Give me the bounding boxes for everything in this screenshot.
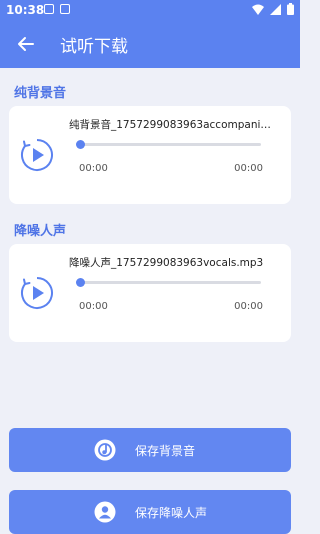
section-title-vocals: 降噪人声 xyxy=(14,224,67,239)
music-disc-icon xyxy=(94,439,116,461)
total-time: 00:00 xyxy=(234,301,263,312)
signal-icon xyxy=(270,3,281,15)
save-vocals-label: 保存降噪人声 xyxy=(135,506,208,520)
save-background-label: 保存背景音 xyxy=(135,444,196,458)
save-background-button[interactable]: 保存背景音 xyxy=(9,428,291,472)
page-title: 试听下载 xyxy=(60,37,128,57)
app-bar: 试听下载 xyxy=(0,20,300,68)
status-notification-icons xyxy=(44,4,70,14)
current-time: 00:00 xyxy=(79,301,108,312)
slider-thumb[interactable] xyxy=(76,278,85,287)
total-time: 00:00 xyxy=(234,163,263,174)
audio-card-vocals: 降噪人声_1757299083963vocals.mp3 00:00 00:00 xyxy=(9,244,291,342)
person-icon xyxy=(94,501,116,523)
status-time: 10:38 xyxy=(6,3,45,17)
progress-slider[interactable] xyxy=(76,140,261,149)
save-vocals-button[interactable]: 保存降噪人声 xyxy=(9,490,291,534)
progress-slider[interactable] xyxy=(76,278,261,287)
wifi-icon xyxy=(252,4,264,15)
audio-card-background: 纯背景音_1757299083963accompaniment.mp3 00:0… xyxy=(9,106,291,204)
back-arrow-icon[interactable] xyxy=(12,30,40,58)
status-bar: 10:38 xyxy=(0,0,300,20)
status-indicators xyxy=(252,3,294,15)
current-time: 00:00 xyxy=(79,163,108,174)
play-icon[interactable] xyxy=(20,276,54,310)
app-notification-icon xyxy=(60,4,70,14)
battery-icon xyxy=(287,3,294,15)
play-icon[interactable] xyxy=(20,138,54,172)
slider-thumb[interactable] xyxy=(76,140,85,149)
audio-file-name: 纯背景音_1757299083963accompaniment.mp3 xyxy=(69,119,281,131)
section-title-background: 纯背景音 xyxy=(14,86,67,101)
audio-file-name: 降噪人声_1757299083963vocals.mp3 xyxy=(69,257,264,269)
image-notification-icon xyxy=(44,4,54,14)
